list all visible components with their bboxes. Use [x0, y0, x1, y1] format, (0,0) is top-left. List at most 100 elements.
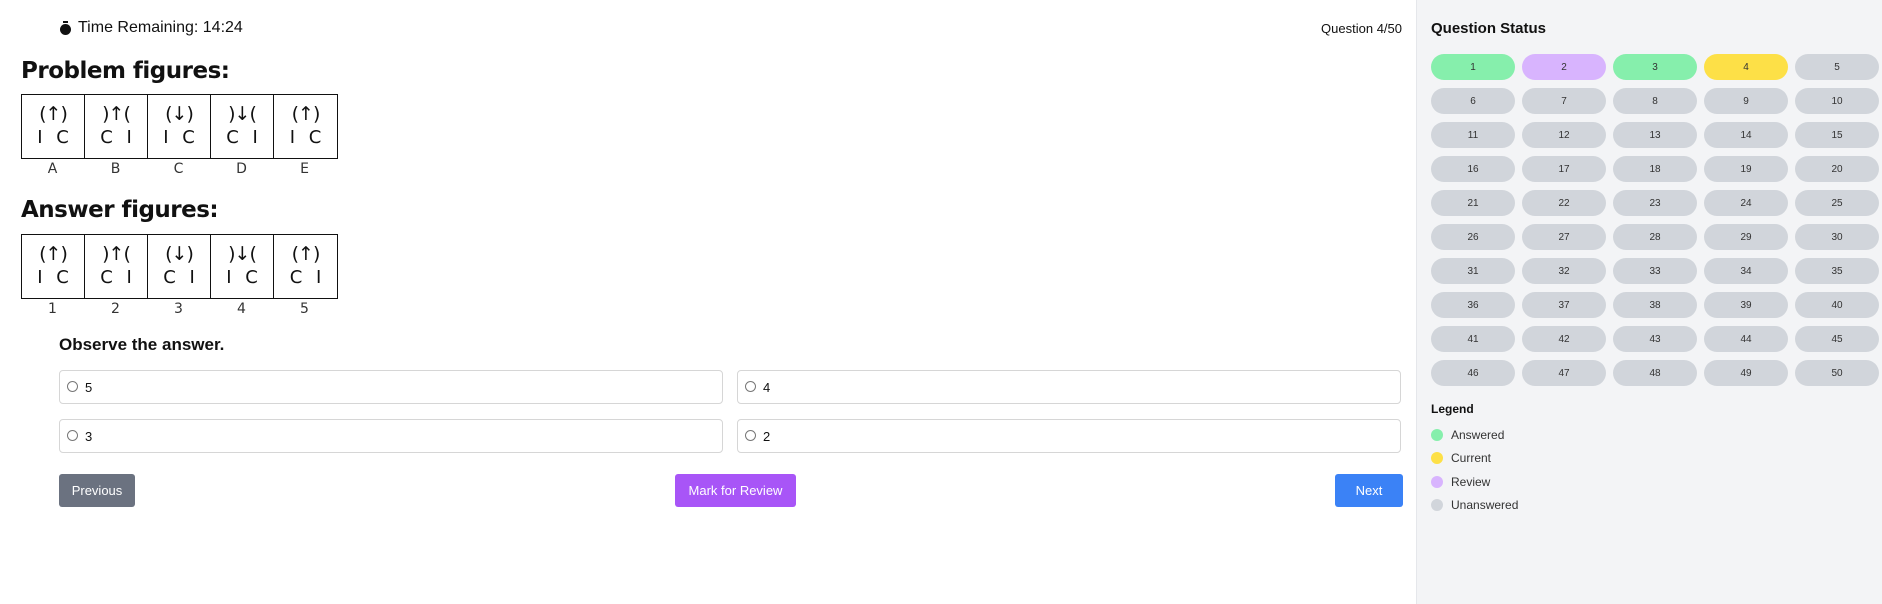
question-nav-45[interactable]: 45 — [1795, 326, 1879, 352]
figure-label: A — [47, 161, 58, 177]
timer: Time Remaining: 14:24 — [59, 19, 243, 37]
question-nav-35[interactable]: 35 — [1795, 258, 1879, 284]
question-nav-50[interactable]: 50 — [1795, 360, 1879, 386]
question-nav-49[interactable]: 49 — [1704, 360, 1788, 386]
legend-label: Review — [1451, 474, 1491, 489]
question-nav-39[interactable]: 39 — [1704, 292, 1788, 318]
question-nav-9[interactable]: 9 — [1704, 88, 1788, 114]
question-nav-48[interactable]: 48 — [1613, 360, 1697, 386]
radio-button[interactable] — [67, 380, 78, 392]
legend-dot-icon — [1431, 428, 1443, 441]
question-nav-14[interactable]: 14 — [1704, 122, 1788, 148]
timer-text: Time Remaining: 14:24 — [78, 19, 243, 36]
question-nav-13[interactable]: 13 — [1613, 122, 1697, 148]
mark-for-review-button[interactable]: Mark for Review — [675, 474, 796, 507]
question-counter: Question 4/50 — [1321, 21, 1402, 36]
option-1[interactable]: 5 — [59, 370, 723, 404]
question-nav-6[interactable]: 6 — [1431, 88, 1515, 114]
legend-dot-icon — [1431, 452, 1443, 465]
problem-figures: (↑) I C )↑(C I (↓) I C )↓(C I (↑) I C — [21, 94, 338, 159]
option-2[interactable]: 4 — [737, 370, 1401, 404]
question-nav-20[interactable]: 20 — [1795, 156, 1879, 182]
question-nav-5[interactable]: 5 — [1795, 54, 1879, 80]
problem-figure-a: (↑) I C — [22, 95, 85, 158]
figure-label: 3 — [174, 301, 183, 317]
question-nav-18[interactable]: 18 — [1613, 156, 1697, 182]
question-nav-22[interactable]: 22 — [1522, 190, 1606, 216]
option-4[interactable]: 2 — [737, 419, 1401, 453]
question-nav-24[interactable]: 24 — [1704, 190, 1788, 216]
question-nav-30[interactable]: 30 — [1795, 224, 1879, 250]
panel-title: Question Status — [1431, 20, 1547, 37]
answer-figures-heading: Answer figures: — [21, 197, 219, 223]
question-nav-29[interactable]: 29 — [1704, 224, 1788, 250]
question-nav-17[interactable]: 17 — [1522, 156, 1606, 182]
question-nav-23[interactable]: 23 — [1613, 190, 1697, 216]
legend-label: Current — [1451, 451, 1492, 466]
previous-button[interactable]: Previous — [59, 474, 135, 507]
answer-figure-1: (↑) I C — [22, 235, 85, 298]
question-nav-19[interactable]: 19 — [1704, 156, 1788, 182]
question-nav-10[interactable]: 10 — [1795, 88, 1879, 114]
legend-label: Answered — [1451, 427, 1505, 442]
question-nav-47[interactable]: 47 — [1522, 360, 1606, 386]
figure-label: D — [236, 161, 247, 177]
question-nav-27[interactable]: 27 — [1522, 224, 1606, 250]
question-prompt: Observe the answer. — [59, 335, 225, 354]
problem-figure-b: )↑(C I — [85, 95, 148, 158]
legend-item: Current — [1431, 447, 1518, 471]
answer-figures: (↑) I C )↑(C I (↓) C I )↓(I C (↑) C I — [21, 234, 338, 299]
question-nav-16[interactable]: 16 — [1431, 156, 1515, 182]
problem-figure-c: (↓) I C — [148, 95, 211, 158]
question-status-panel: Question Status 1 2 3 4 5 6 7 8 9 10 11 12 13 14 15 16 1… — [1416, 0, 1882, 604]
question-nav-43[interactable]: 43 — [1613, 326, 1697, 352]
question-nav-11[interactable]: 11 — [1431, 122, 1515, 148]
question-nav-34[interactable]: 34 — [1704, 258, 1788, 284]
question-nav-41[interactable]: 41 — [1431, 326, 1515, 352]
legend-item: Unanswered — [1431, 494, 1518, 518]
figure-label: C — [173, 161, 184, 177]
question-nav-32[interactable]: 32 — [1522, 258, 1606, 284]
question-nav-33[interactable]: 33 — [1613, 258, 1697, 284]
question-nav-21[interactable]: 21 — [1431, 190, 1515, 216]
legend: Answered Current Review Unanswered — [1431, 423, 1518, 517]
answer-figure-4: )↓(I C — [211, 235, 274, 298]
radio-button[interactable] — [67, 429, 78, 441]
question-nav-31[interactable]: 31 — [1431, 258, 1515, 284]
question-nav-1[interactable]: 1 — [1431, 54, 1515, 80]
question-nav-15[interactable]: 15 — [1795, 122, 1879, 148]
next-button[interactable]: Next — [1335, 474, 1403, 507]
legend-dot-icon — [1431, 499, 1443, 512]
question-nav-3[interactable]: 3 — [1613, 54, 1697, 80]
figure-label: E — [300, 161, 309, 177]
main-content: Time Remaining: 14:24 Question 4/50 Prob… — [0, 0, 1416, 604]
question-nav-40[interactable]: 40 — [1795, 292, 1879, 318]
answer-figure-5: (↑) C I — [289, 243, 322, 288]
figure-label: 5 — [300, 301, 309, 317]
question-nav-37[interactable]: 37 — [1522, 292, 1606, 318]
radio-button[interactable] — [745, 429, 756, 441]
problem-figure-d: )↓(C I — [211, 95, 274, 158]
question-nav-12[interactable]: 12 — [1522, 122, 1606, 148]
legend-dot-icon — [1431, 475, 1443, 488]
question-nav-46[interactable]: 46 — [1431, 360, 1515, 386]
question-grid: 1 2 3 4 5 6 7 8 9 10 11 12 13 14 15 16 17 18 19 20 21 22 23 24 2… — [1431, 54, 1879, 386]
radio-button[interactable] — [745, 380, 756, 392]
question-nav-25[interactable]: 25 — [1795, 190, 1879, 216]
question-nav-7[interactable]: 7 — [1522, 88, 1606, 114]
question-nav-36[interactable]: 36 — [1431, 292, 1515, 318]
figure-label: B — [110, 161, 121, 177]
question-nav-26[interactable]: 26 — [1431, 224, 1515, 250]
option-3[interactable]: 3 — [59, 419, 723, 453]
legend-title: Legend — [1431, 402, 1474, 416]
option-label: 3 — [85, 428, 93, 444]
question-nav-42[interactable]: 42 — [1522, 326, 1606, 352]
question-nav-8[interactable]: 8 — [1613, 88, 1697, 114]
question-nav-44[interactable]: 44 — [1704, 326, 1788, 352]
question-nav-2[interactable]: 2 — [1522, 54, 1606, 80]
answer-figure-2: )↑(C I — [85, 235, 148, 298]
problem-figures-heading: Problem figures: — [21, 58, 230, 84]
question-nav-28[interactable]: 28 — [1613, 224, 1697, 250]
question-nav-4[interactable]: 4 — [1704, 54, 1788, 80]
question-nav-38[interactable]: 38 — [1613, 292, 1697, 318]
